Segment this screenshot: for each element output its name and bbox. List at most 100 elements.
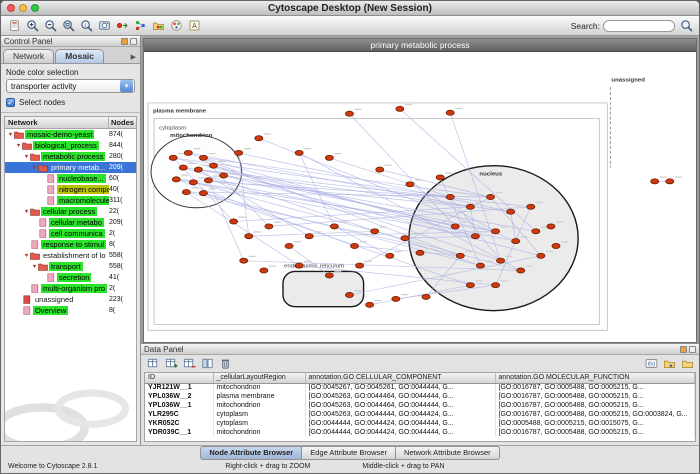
network-canvas-svg[interactable]: plasma membrane cytoplasm mitochondrion … — [144, 52, 696, 342]
network-canvas[interactable]: plasma membrane cytoplasm mitochondrion … — [144, 52, 696, 342]
network-node[interactable] — [492, 229, 500, 234]
table-cell[interactable]: [GO:0045263, GO:0044464, GO:0044444, G..… — [305, 392, 495, 401]
delete-rows-icon[interactable] — [217, 356, 233, 372]
network-node[interactable] — [204, 178, 212, 183]
network-frame-title[interactable]: primary metabolic process — [144, 39, 696, 52]
tree-row-unassigned[interactable]: unassigned223( — [5, 294, 136, 305]
tab-node-attribute-browser[interactable]: Node Attribute Browser — [200, 446, 302, 460]
tree-row-macromolecule[interactable]: macromolecule311( — [5, 195, 136, 206]
network-node[interactable] — [371, 229, 379, 234]
search-options-icon[interactable] — [678, 18, 694, 34]
network-node[interactable] — [476, 263, 484, 268]
table-cell[interactable]: cytoplasm — [213, 410, 305, 419]
network-node[interactable] — [456, 253, 464, 258]
table-row[interactable]: YKR052Ccytoplasm[GO:0044444, GO:0044424,… — [145, 419, 695, 428]
network-node[interactable] — [406, 182, 414, 187]
network-node[interactable] — [350, 243, 358, 248]
network-node[interactable] — [179, 165, 187, 170]
network-node[interactable] — [492, 283, 500, 288]
tab-network-attribute-browser[interactable]: Network Attribute Browser — [395, 446, 500, 460]
network-node[interactable] — [466, 283, 474, 288]
network-node[interactable] — [386, 253, 394, 258]
table-cell[interactable]: [GO:0045263, GO:0044444, GO:0044424, G..… — [305, 410, 495, 419]
table-cell[interactable]: [GO:0044444, GO:0044424, GO:0044444, G..… — [305, 419, 495, 428]
network-node[interactable] — [194, 167, 202, 172]
network-node[interactable] — [345, 111, 353, 116]
network-node[interactable] — [325, 155, 333, 160]
network-node[interactable] — [220, 173, 228, 178]
import-attributes-icon[interactable] — [661, 356, 677, 372]
tree-row-metabolic-process[interactable]: ▼metabolic process280( — [5, 151, 136, 162]
column-header[interactable]: annotation.GO MOLECULAR_FUNCTION — [495, 373, 695, 383]
table-cell[interactable]: mitochondrion — [213, 401, 305, 410]
network-node[interactable] — [376, 167, 384, 172]
network-node[interactable] — [240, 258, 248, 263]
annotation-icon[interactable]: A — [186, 18, 202, 34]
table-cell[interactable]: YLR295C — [145, 410, 213, 419]
network-node[interactable] — [260, 268, 268, 273]
table-cell[interactable]: [GO:0016787, GO:0005488, GO:0005215, G..… — [495, 428, 695, 437]
column-header[interactable]: annotation.GO CELLULAR_COMPONENT — [305, 373, 495, 383]
network-node[interactable] — [532, 229, 540, 234]
zoom-selected-icon[interactable] — [60, 18, 76, 34]
window-titlebar[interactable]: Cytoscape Desktop (New Session) — [1, 1, 699, 16]
tab-scroll-right-icon[interactable]: ▶ — [129, 53, 138, 63]
network-node[interactable] — [507, 209, 515, 214]
network-node[interactable] — [169, 155, 177, 160]
chevron-down-icon[interactable]: ▾ — [120, 80, 133, 92]
network-node[interactable] — [245, 234, 253, 239]
network-node[interactable] — [172, 177, 180, 182]
function-builder-icon[interactable]: f(x) — [643, 356, 659, 372]
network-node[interactable] — [512, 239, 520, 244]
attribute-batch-icon[interactable] — [199, 356, 215, 372]
network-node[interactable] — [471, 234, 479, 239]
network-node[interactable] — [651, 179, 659, 184]
table-cell[interactable]: mitochondrion — [213, 383, 305, 392]
minimize-button[interactable] — [19, 4, 27, 12]
tree-expand-arrow-icon[interactable]: ▼ — [23, 154, 30, 160]
network-node[interactable] — [285, 243, 293, 248]
zoom-window-button[interactable] — [31, 4, 39, 12]
tree-row-establishment-of-lo[interactable]: ▼establishment of lo558( — [5, 250, 136, 261]
tree-row-nitrogen-compo[interactable]: nitrogen compo40( — [5, 184, 136, 195]
tab-network[interactable]: Network — [3, 49, 54, 63]
table-cell[interactable]: [GO:0016787, GO:0005488, GO:0005215, G..… — [495, 383, 695, 392]
tree-column-network[interactable]: Network — [5, 117, 109, 128]
tree-expand-arrow-icon[interactable]: ▼ — [31, 264, 38, 270]
data-panel-float-icon[interactable] — [680, 346, 687, 353]
create-network-icon[interactable] — [132, 18, 148, 34]
table-cell[interactable]: [GO:0016787, GO:0005488, GO:0005215, GO:… — [495, 410, 695, 419]
table-cell[interactable]: YKR052C — [145, 419, 213, 428]
tree-expand-arrow-icon[interactable]: ▼ — [31, 165, 38, 171]
open-folder-icon[interactable] — [679, 356, 695, 372]
network-node[interactable] — [396, 106, 404, 111]
zoom-in-icon[interactable] — [24, 18, 40, 34]
search-input[interactable] — [603, 20, 675, 32]
network-node[interactable] — [184, 150, 192, 155]
network-node[interactable] — [325, 273, 333, 278]
network-node[interactable] — [356, 263, 364, 268]
network-node[interactable] — [446, 110, 454, 115]
tree-column-nodes[interactable]: Nodes — [109, 117, 136, 128]
tree-row-multi-organism-pro[interactable]: multi-organism pro2( — [5, 283, 136, 294]
network-node[interactable] — [235, 150, 243, 155]
create-attribute-icon[interactable] — [163, 356, 179, 372]
network-node[interactable] — [446, 194, 454, 199]
network-node[interactable] — [392, 296, 400, 301]
network-node[interactable] — [416, 250, 424, 255]
tree-row-nucleobase[interactable]: nucleobase...60( — [5, 173, 136, 184]
network-node[interactable] — [182, 190, 190, 195]
import-network-icon[interactable] — [150, 18, 166, 34]
tree-row-overview[interactable]: Overview8( — [5, 305, 136, 316]
network-node[interactable] — [345, 292, 353, 297]
hide-selected-icon[interactable] — [114, 18, 130, 34]
network-node[interactable] — [552, 243, 560, 248]
table-row[interactable]: YJR121W__1mitochondrion[GO:0045267, GO:0… — [145, 383, 695, 392]
table-cell[interactable]: YJR121W__1 — [145, 383, 213, 392]
network-node[interactable] — [366, 302, 374, 307]
tree-row-biological-process[interactable]: ▼biological_process844( — [5, 140, 136, 151]
tree-row-response-to-stimul[interactable]: response to stimul8( — [5, 239, 136, 250]
network-node[interactable] — [666, 179, 674, 184]
network-node[interactable] — [451, 224, 459, 229]
network-node[interactable] — [422, 294, 430, 299]
